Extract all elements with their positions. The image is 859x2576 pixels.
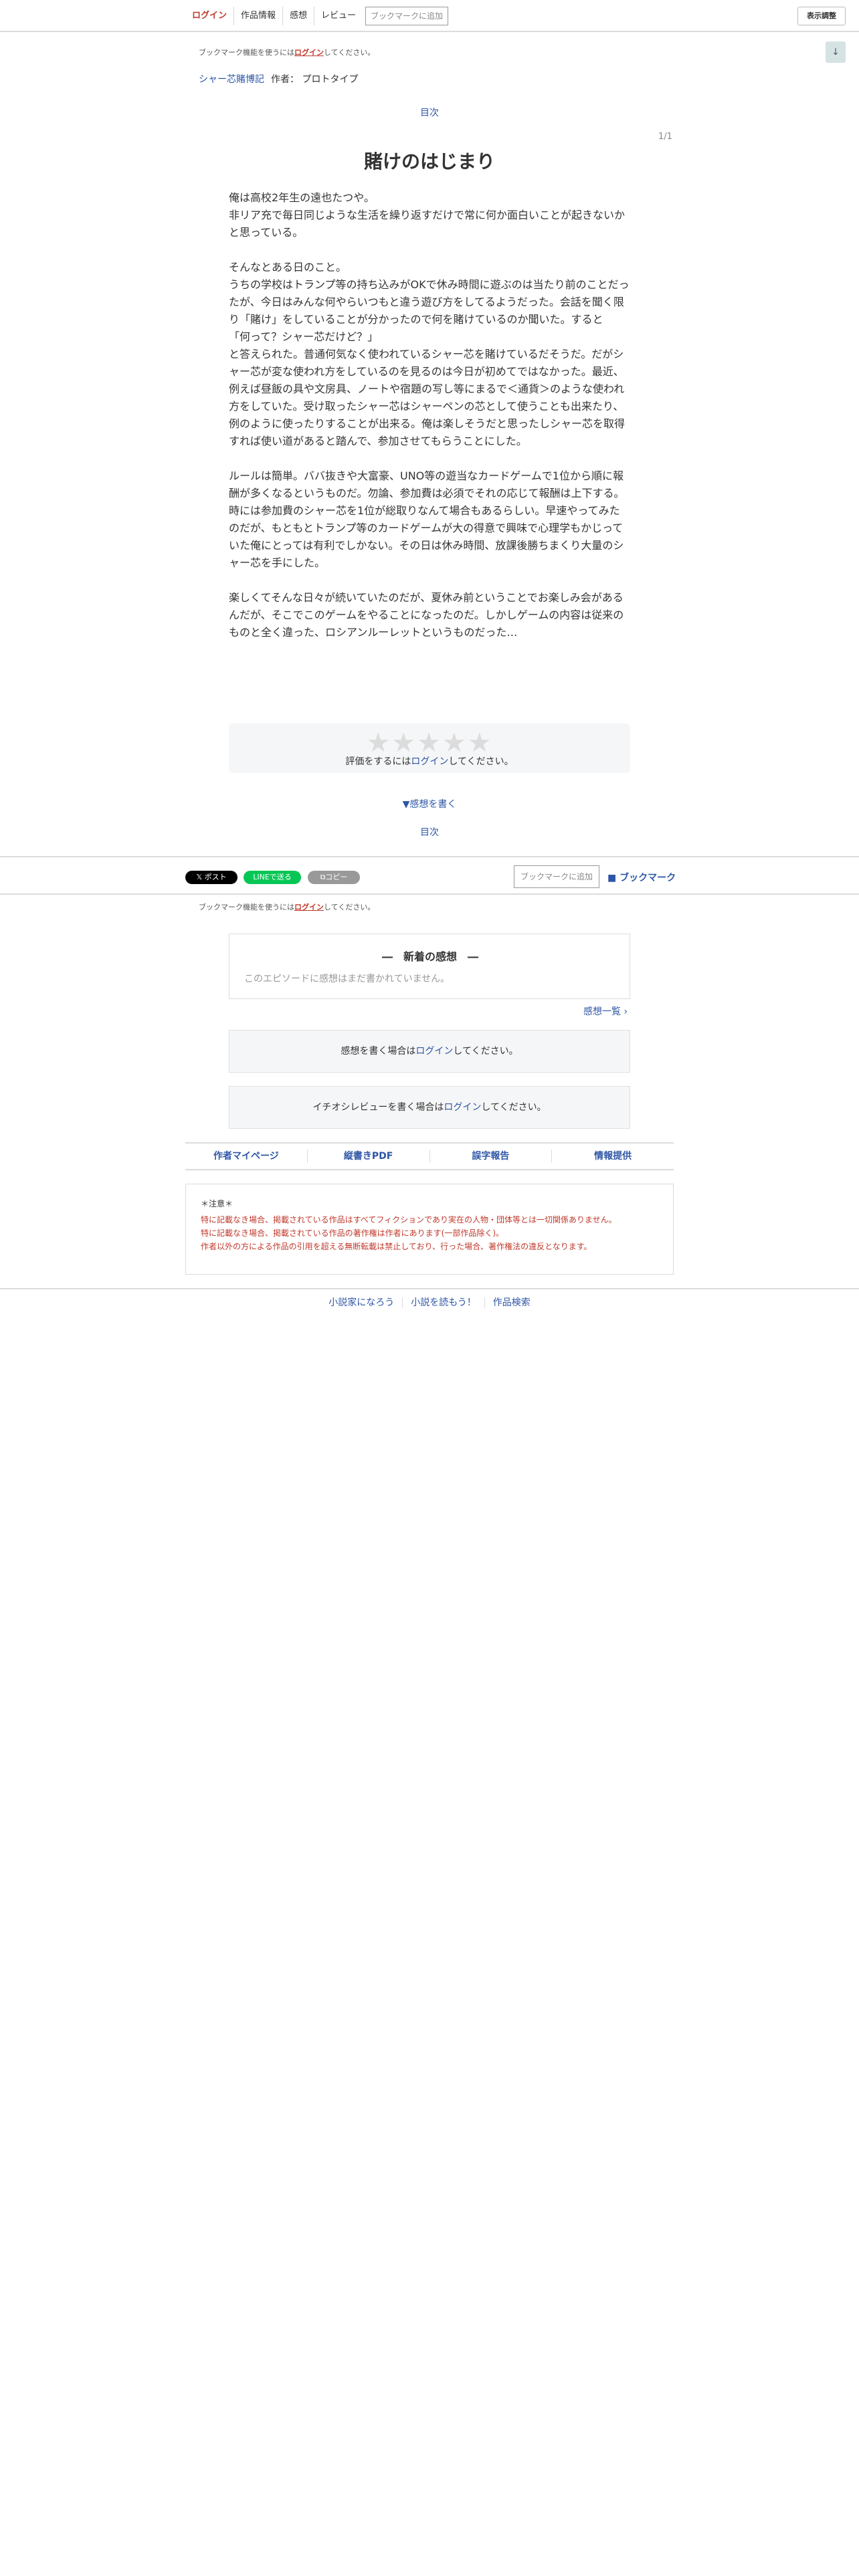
toc-link-bottom[interactable]: 目次 — [0, 825, 859, 839]
notice-line: 特に記載なき場合、掲載されている作品はすべてフィクションであり実在の人物・団体等… — [201, 1215, 617, 1224]
latest-impressions-box: ― 新着の感想 ― このエピソードに感想はまだ書かれていません。 — [229, 934, 630, 999]
copy-button[interactable]: ⧉コピー — [308, 871, 360, 884]
notice-heading: ＊注意＊ — [201, 1199, 233, 1208]
nav-login-link[interactable]: ログイン — [185, 7, 235, 25]
page-count: 1/1 — [658, 132, 672, 142]
impression-login-box: 感想を書く場合はログインしてください。 — [229, 1030, 630, 1073]
line-share-button[interactable]: LINEで送る — [244, 871, 301, 884]
vertical-pdf-link[interactable]: 縦書きPDF — [308, 1150, 430, 1163]
rating-note-prefix: 評価をするには — [345, 756, 411, 767]
series-info: シャー芯賭博記 作者： プロトタイプ — [199, 72, 358, 86]
bookmark-note-prefix: ブックマーク機能を使うには — [199, 48, 294, 57]
rating-login-note: 評価をするにはログインしてください。 — [229, 754, 630, 768]
episode-body: 俺は高校2年生の遠也たつや。 非リア充で毎日同じような生活を繰り返すだけで常に何… — [229, 189, 630, 659]
author-link[interactable]: プロトタイプ — [302, 74, 358, 85]
body-paragraph: そんなとある日のこと。 うちの学校はトランプ等の持ち込みがOKで休み時間に遊ぶの… — [229, 261, 630, 447]
review-login-link[interactable]: ログイン — [444, 1102, 481, 1113]
footer-links: 作者マイページ 縦書きPDF 誤字報告 情報提供 — [185, 1142, 674, 1170]
nav-review-link[interactable]: レビュー — [314, 7, 363, 25]
info-provide-link[interactable]: 情報提供 — [552, 1150, 674, 1163]
share-bar: 𝕏 ポスト LINEで送る ⧉コピー ブックマークに追加 ■ ブックマーク — [0, 856, 859, 895]
latest-impressions-title: ― 新着の感想 ― — [381, 950, 478, 963]
bookmark-note-suffix: してください。 — [324, 48, 375, 57]
bottom-bar: 小説家になろう 小説を読もう！ 作品検索 — [0, 1288, 859, 1315]
rating-box: ★★★★★ 評価をするにはログインしてください。 — [229, 724, 630, 773]
review-login-box: イチオシレビューを書く場合はログインしてください。 — [229, 1086, 630, 1129]
series-title-link[interactable]: シャー芯賭博記 — [199, 74, 264, 85]
body-paragraph: 楽しくてそんな日々が続いていたのだが、夏休み前ということでお楽しみ会があるんだが… — [229, 591, 624, 639]
review-login-suffix: してください。 — [481, 1102, 547, 1113]
top-navigation: ログイン 作品情報 感想 レビュー ブックマークに追加 表示調整 — [0, 0, 859, 32]
author-label: 作者： — [271, 74, 299, 85]
latest-impressions-empty: このエピソードに感想はまだ書かれていません。 — [244, 974, 450, 984]
x-post-button[interactable]: 𝕏 ポスト — [185, 871, 237, 884]
typo-report-link[interactable]: 誤字報告 — [430, 1150, 553, 1163]
impressions-list-link[interactable]: 感想一覧 › — [583, 1004, 628, 1018]
bottom-link-yomou[interactable]: 小説を読もう！ — [403, 1297, 485, 1308]
bookmark-note-login-link[interactable]: ログイン — [294, 903, 324, 911]
bookmark-note-login-link[interactable]: ログイン — [294, 48, 324, 57]
episode-title: 賭けのはじまり — [363, 150, 495, 173]
notice-line: 作者以外の方による作品の引用を超える無断転載は禁止しており、行った場合、著作権法… — [201, 1242, 592, 1251]
write-impression-link[interactable]: ▼感想を書く — [0, 797, 859, 811]
bookmark-login-note: ブックマーク機能を使うにはログインしてください。 — [199, 47, 375, 58]
impression-login-link[interactable]: ログイン — [415, 1046, 453, 1057]
notice-line: 特に記載なき場合、掲載されている作品の著作権は作者にあります(一部作品除く)。 — [201, 1228, 504, 1238]
nav-impressions-link[interactable]: 感想 — [283, 7, 315, 25]
bookmark-note-prefix: ブックマーク機能を使うには — [199, 903, 294, 911]
nav-work-info-link[interactable]: 作品情報 — [234, 7, 284, 25]
nav-add-bookmark-button[interactable]: ブックマークに追加 — [365, 7, 449, 25]
rating-login-link[interactable]: ログイン — [411, 756, 448, 767]
impression-login-prefix: 感想を書く場合は — [341, 1046, 416, 1057]
bookmark-link[interactable]: ■ ブックマーク — [607, 871, 676, 884]
bottom-links: 小説家になろう 小説を読もう！ 作品検索 — [320, 1297, 539, 1308]
share-add-bookmark-button[interactable]: ブックマークに追加 — [514, 865, 599, 888]
rating-note-suffix: してください。 — [448, 756, 514, 767]
review-login-prefix: イチオシレビューを書く場合は — [312, 1102, 444, 1113]
display-settings-button[interactable]: 表示調整 — [797, 7, 846, 25]
body-paragraph: ルールは簡単。ババ抜きや大富豪、UNO等の遊当なカードゲームで1位から順に報酬が… — [229, 469, 625, 569]
bookmark-note-suffix: してください。 — [324, 903, 375, 911]
body-paragraph: 俺は高校2年生の遠也たつや。 非リア充で毎日同じような生活を繰り返すだけで常に何… — [229, 191, 626, 239]
impression-login-suffix: してください。 — [453, 1046, 518, 1057]
bottom-link-search[interactable]: 作品検索 — [485, 1297, 539, 1308]
notice-box: ＊注意＊ 特に記載なき場合、掲載されている作品はすべてフィクションであり実在の人… — [185, 1184, 674, 1275]
author-mypage-link[interactable]: 作者マイページ — [185, 1150, 308, 1163]
bottom-link-narou[interactable]: 小説家になろう — [320, 1297, 403, 1308]
bookmark-login-note-bottom: ブックマーク機能を使うにはログインしてください。 — [199, 901, 375, 912]
nav-items: ログイン 作品情報 感想 レビュー ブックマークに追加 — [185, 4, 449, 28]
scroll-down-icon[interactable]: ↓ — [826, 41, 846, 63]
toc-link-top[interactable]: 目次 — [0, 106, 859, 119]
